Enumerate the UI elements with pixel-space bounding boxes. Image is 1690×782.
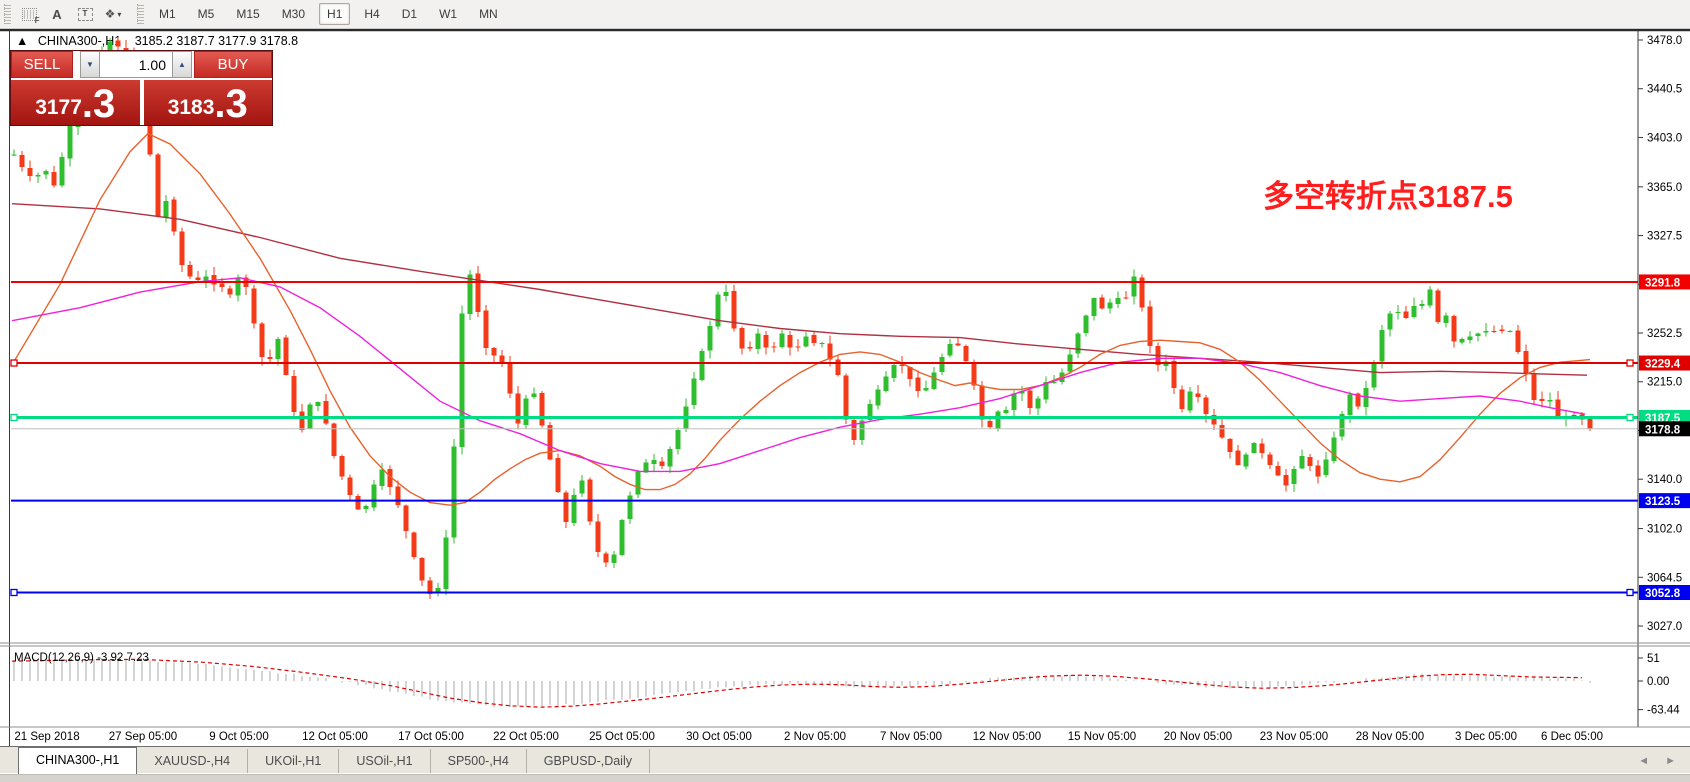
timeframe-m5[interactable]: M5 [190, 3, 223, 25]
price-tick-3478: 3478.0 [1647, 35, 1682, 47]
collapse-triangle-icon: ▲ [16, 34, 28, 48]
toolbar: F A T ❖ ▾ M1 M5M15 M30 H1 H4 D1 W1 MN [0, 0, 1690, 29]
timeframe-h1[interactable]: H1 [319, 3, 350, 25]
sell-price-frac: .3 [82, 85, 115, 123]
volume-input[interactable] [100, 51, 172, 78]
sell-price-display[interactable]: 3177.3 [11, 80, 140, 125]
price-badge-3052.8: 3052.8 [1645, 588, 1681, 600]
tab-china300-h1[interactable]: CHINA300-,H1 [18, 747, 137, 774]
volume-increase-button[interactable]: ▲ [172, 51, 192, 78]
date-label: 25 Oct 05:00 [589, 731, 655, 743]
price-badge-3229.4: 3229.4 [1645, 359, 1681, 371]
tab-usoil-h1[interactable]: USOil-,H1 [339, 749, 430, 774]
tab-scroll-right-icon[interactable]: ► [1665, 755, 1676, 767]
tab-ukoil-h1[interactable]: UKOil-,H1 [248, 749, 339, 774]
date-label: 30 Oct 05:00 [686, 731, 752, 743]
date-label: 27 Sep 05:00 [109, 731, 177, 743]
price-tick-3140: 3140.0 [1647, 474, 1682, 486]
price-badge-3291.8: 3291.8 [1645, 277, 1681, 289]
volume-decrease-button[interactable]: ▼ [80, 51, 100, 78]
price-tick-3064.5: 3064.5 [1647, 572, 1682, 584]
price-tick-3027: 3027.0 [1647, 621, 1682, 633]
buy-price-int: 3183 [168, 93, 215, 123]
price-badge-3123.5: 3123.5 [1645, 496, 1681, 508]
cursor-mode-icon: ❖ [105, 7, 116, 21]
cursor-mode-button[interactable]: ❖ ▾ [100, 2, 126, 26]
timeframe-m15[interactable]: M15 [228, 3, 267, 25]
main-chart-canvas[interactable]: ▲ CHINA300-,H1 3185.2 3187.7 3177.9 3178… [0, 28, 1690, 782]
date-label: 12 Nov 05:00 [973, 731, 1041, 743]
date-label: 20 Nov 05:00 [1164, 731, 1232, 743]
font-a-icon: A [52, 7, 61, 22]
chart-templates-button[interactable]: F [16, 2, 42, 26]
timeframe-m30[interactable]: M30 [274, 3, 313, 25]
date-label: 6 Dec 05:00 [1541, 731, 1603, 743]
date-label: 12 Oct 05:00 [302, 731, 368, 743]
price-tick-3365: 3365.0 [1647, 182, 1682, 194]
one-click-trade-panel: SELL ▼ ▲ BUY 3177.3 3183.3 [10, 50, 273, 126]
timeframe-d1[interactable]: D1 [394, 3, 425, 25]
tab-gbpusd-daily[interactable]: GBPUSD-,Daily [527, 749, 650, 774]
date-label: 9 Oct 05:00 [209, 731, 268, 743]
chart-templates-icon: F [22, 8, 37, 21]
toolbar-grip-2[interactable] [137, 4, 144, 24]
buy-price-frac: .3 [214, 85, 247, 123]
font-button[interactable]: A [44, 2, 70, 26]
timeframe-m1[interactable]: M1 [151, 3, 184, 25]
date-axis: 21 Sep 2018 27 Sep 05:00 9 Oct 05:00 12 Oct… [14, 731, 1603, 743]
date-label: 22 Oct 05:00 [493, 731, 559, 743]
price-tick-3440.5: 3440.5 [1647, 84, 1682, 96]
price-badge-3178.8: 3178.8 [1645, 424, 1681, 436]
macd-axis-51: 51 [1647, 653, 1660, 665]
text-label-button[interactable]: T [72, 2, 98, 26]
date-label: 3 Dec 05:00 [1455, 731, 1517, 743]
tab-xauusd-h4[interactable]: XAUUSD-,H4 [137, 749, 248, 774]
trading-app-window: F A T ❖ ▾ M1 M5M15 M30 H1 H4 D1 W1 MN ▲ CHINA30… [0, 0, 1690, 782]
chart-annotation-text: 多空转折点3187.5 [1263, 179, 1513, 214]
buy-button[interactable]: BUY [194, 51, 272, 78]
price-tick-3102: 3102.0 [1647, 524, 1682, 536]
sell-price-int: 3177 [35, 93, 82, 123]
chevron-down-icon: ▾ [117, 10, 121, 19]
date-label: 17 Oct 05:00 [398, 731, 464, 743]
bottom-status-strip [0, 773, 1690, 782]
price-tick-3215: 3215.0 [1647, 377, 1682, 389]
tab-scroll-left-icon[interactable]: ◄ [1638, 755, 1649, 767]
price-tick-3252.5: 3252.5 [1647, 328, 1682, 340]
timeframe-h4[interactable]: H4 [356, 3, 387, 25]
date-label: 7 Nov 05:00 [880, 731, 942, 743]
macd-axis--63.44: -63.44 [1647, 705, 1680, 717]
date-label: 21 Sep 2018 [14, 731, 79, 743]
date-label: 2 Nov 05:00 [784, 731, 846, 743]
spinner-down-icon: ▼ [86, 60, 94, 69]
date-label: 28 Nov 05:00 [1356, 731, 1424, 743]
macd-axis-0.00: 0.00 [1647, 676, 1669, 688]
symbol-tab-bar: CHINA300-,H1XAUUSD-,H4UKOil-,H1USOil-,H1… [0, 746, 1690, 774]
price-tick-3327.5: 3327.5 [1647, 231, 1682, 243]
timeframe-mn[interactable]: MN [471, 3, 506, 25]
date-label: 23 Nov 05:00 [1260, 731, 1328, 743]
timeframe-w1[interactable]: W1 [431, 3, 465, 25]
sell-button[interactable]: SELL [11, 51, 73, 78]
date-label: 15 Nov 05:00 [1068, 731, 1136, 743]
macd-label: MACD(12,26,9) -3.92 7.23 [14, 652, 149, 664]
chart-title: ▲ CHINA300-,H1 3185.2 3187.7 3177.9 3178… [16, 34, 298, 48]
timeframe-group: M1 M5M15 M30 H1 H4 D1 W1 MN [148, 3, 509, 25]
tab-sp500-h4[interactable]: SP500-,H4 [431, 749, 527, 774]
buy-price-display[interactable]: 3183.3 [144, 80, 273, 125]
spinner-up-icon: ▲ [178, 60, 186, 69]
price-tick-3403: 3403.0 [1647, 132, 1682, 144]
toolbar-grip[interactable] [4, 4, 11, 24]
chart-ohlc-values: 3185.2 3187.7 3177.9 3178.8 [135, 34, 298, 48]
text-label-icon: T [78, 8, 93, 21]
